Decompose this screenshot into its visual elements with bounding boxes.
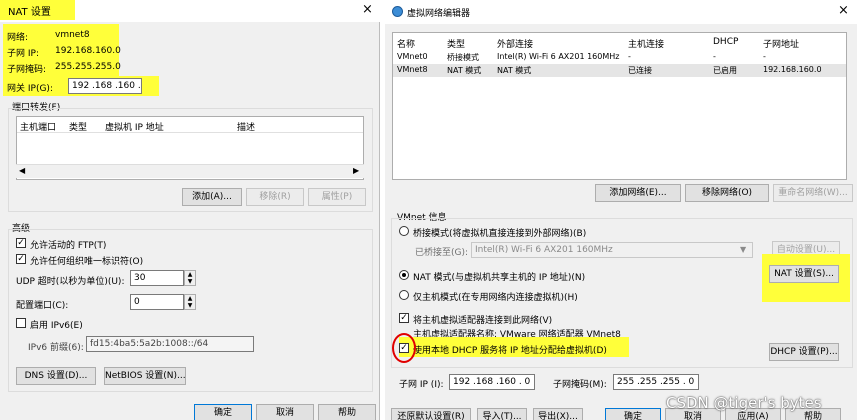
scroll-right-icon[interactable]: ▶ xyxy=(353,166,359,175)
network-label: 网络: xyxy=(7,33,29,43)
bridged-to-select[interactable]: Intel(R) Wi-Fi 6 AX201 160MHz ▼ xyxy=(471,242,753,258)
connect-adapter-label: 将主机虚拟适配器连接到此网络(V) xyxy=(413,316,553,326)
table-row[interactable]: VMnet0 桥接模式 Intel(R) Wi-Fi 6 AX201 160MH… xyxy=(393,51,846,63)
row-type: 桥接模式 xyxy=(447,53,479,62)
nat-help-button[interactable]: 帮助 xyxy=(318,404,376,420)
nat-ok-button[interactable]: 确定 xyxy=(194,404,252,420)
row-host: - xyxy=(628,52,631,61)
dhcp-label: 使用本地 DHCP 服务将 IP 地址分配给虚拟机(D) xyxy=(413,346,607,356)
vmware-network-icon xyxy=(392,6,403,17)
nat-cancel-button[interactable]: 取消 xyxy=(256,404,314,420)
host-only-radio[interactable] xyxy=(399,290,409,300)
add-network-button[interactable]: 添加网络(E)... xyxy=(595,184,681,202)
row-name: VMnet8 xyxy=(397,65,428,74)
vne-subnet-mask-input[interactable]: 255 .255 .255 . 0 xyxy=(613,374,699,390)
udp-timeout-label: UDP 超时(以秒为单位)(U): xyxy=(16,277,125,287)
properties-button[interactable]: 属性(P) xyxy=(308,188,366,206)
allow-uid-checkbox[interactable]: ✓ xyxy=(16,254,26,264)
subnet-mask-value: 255.255.255.0 xyxy=(55,62,121,72)
pf-header-divider xyxy=(17,132,363,133)
import-button[interactable]: 导入(T)... xyxy=(477,408,527,420)
config-port-input[interactable]: 0 xyxy=(130,294,184,310)
close-icon[interactable]: × xyxy=(362,2,373,17)
vne-title-bar: 虚拟网络编辑器 × xyxy=(385,0,857,24)
udp-timeout-spinner[interactable]: ▲ ▼ xyxy=(184,270,196,286)
row-name: VMnet0 xyxy=(397,52,428,61)
row-dhcp: - xyxy=(713,52,716,61)
row-external: Intel(R) Wi-Fi 6 AX201 160MHz xyxy=(497,52,620,61)
network-list-table[interactable]: 名称 类型 外部连接 主机连接 DHCP 子网地址 VMnet0 桥接模式 In… xyxy=(392,32,847,180)
config-port-spinner[interactable]: ▲ ▼ xyxy=(184,294,196,310)
row-subnet: - xyxy=(763,52,766,61)
nat-settings-button[interactable]: NAT 设置(S)... xyxy=(769,265,839,283)
dns-settings-button[interactable]: DNS 设置(D)... xyxy=(16,367,96,385)
row-host: 已连接 xyxy=(628,66,652,75)
bridged-radio[interactable] xyxy=(399,226,409,236)
dhcp-settings-button[interactable]: DHCP 设置(P)... xyxy=(769,343,839,361)
ipv6-prefix-label: IPv6 前缀(6): xyxy=(28,343,84,353)
vne-subnet-ip-input[interactable]: 192 .168 .160 . 0 xyxy=(449,374,535,390)
vne-ok-button[interactable]: 确定 xyxy=(605,408,661,420)
col-type[interactable]: 类型 xyxy=(447,37,465,50)
add-button[interactable]: 添加(A)... xyxy=(182,188,242,206)
vne-subnet-mask-label: 子网掩码(M): xyxy=(553,380,607,390)
network-value: vmnet8 xyxy=(55,30,90,40)
gateway-ip-input[interactable]: 192 .168 .160 . 2 xyxy=(68,78,142,94)
bridged-to-value: Intel(R) Wi-Fi 6 AX201 160MHz xyxy=(475,245,613,255)
connect-adapter-checkbox[interactable]: ✓ xyxy=(399,313,409,323)
csdn-watermark: CSDN @tiger's bytes xyxy=(666,394,822,412)
enable-ipv6-label: 启用 IPv6(E) xyxy=(30,321,83,331)
vne-window-title: 虚拟网络编辑器 xyxy=(407,9,471,19)
nat-window-title: NAT 设置 xyxy=(0,0,75,20)
col-dhcp[interactable]: DHCP xyxy=(713,37,738,47)
bridged-to-label: 已桥接至(G): xyxy=(415,248,469,258)
host-only-radio-label: 仅主机模式(在专用网络内连接虚拟机)(H) xyxy=(413,293,578,303)
allow-ftp-label: 允许活动的 FTP(T) xyxy=(30,241,107,251)
col-subnet[interactable]: 子网地址 xyxy=(763,37,799,50)
row-external: NAT 模式 xyxy=(497,66,532,75)
allow-uid-label: 允许任何组织唯一标识符(O) xyxy=(30,257,144,267)
col-host[interactable]: 主机连接 xyxy=(628,37,664,50)
row-subnet: 192.168.160.0 xyxy=(763,65,822,74)
remove-network-button[interactable]: 移除网络(O) xyxy=(685,184,769,202)
nat-radio[interactable] xyxy=(399,270,409,280)
nat-radio-label: NAT 模式(与虚拟机共享主机的 IP 地址)(N) xyxy=(413,273,586,283)
ipv6-prefix-input[interactable]: fd15:4ba5:5a2b:1008::/64 xyxy=(86,336,254,352)
subnet-ip-label: 子网 IP: xyxy=(7,49,39,59)
table-row[interactable]: VMnet8 NAT 模式 NAT 模式 已连接 已启用 192.168.160… xyxy=(393,64,846,77)
row-type: NAT 模式 xyxy=(447,66,482,75)
netbios-settings-button[interactable]: NetBIOS 设置(N)... xyxy=(104,367,186,385)
nat-title-bar: NAT 设置 × xyxy=(0,0,380,22)
col-external[interactable]: 外部连接 xyxy=(497,37,533,50)
rename-network-button[interactable]: 重命名网络(W)... xyxy=(773,184,853,202)
row-dhcp: 已启用 xyxy=(713,66,737,75)
allow-ftp-checkbox[interactable]: ✓ xyxy=(16,238,26,248)
enable-ipv6-checkbox[interactable] xyxy=(16,318,26,328)
restore-defaults-button[interactable]: 还原默认设置(R) xyxy=(391,408,471,420)
nat-settings-dialog: NAT 设置 × 网络: vmnet8 子网 IP: 192.168.160.0… xyxy=(0,0,380,420)
pf-hscroll[interactable]: ◀ ▶ xyxy=(16,164,364,178)
chevron-down-icon: ▼ xyxy=(740,245,747,254)
remove-button[interactable]: 移除(R) xyxy=(246,188,304,206)
subnet-mask-label: 子网掩码: xyxy=(7,65,47,75)
red-circle-annotation xyxy=(392,333,416,363)
subnet-ip-value: 192.168.160.0 xyxy=(55,46,121,56)
bridged-radio-label: 桥接模式(将虚拟机直接连接到外部网络)(B) xyxy=(413,229,587,239)
export-button[interactable]: 导出(X)... xyxy=(533,408,583,420)
scroll-left-icon[interactable]: ◀ xyxy=(19,166,25,175)
vne-subnet-ip-label: 子网 IP (I): xyxy=(399,380,444,390)
col-name[interactable]: 名称 xyxy=(397,37,415,50)
gateway-label: 网关 IP(G): xyxy=(7,84,53,94)
udp-timeout-input[interactable]: 30 xyxy=(130,270,184,286)
vne-close-icon[interactable]: × xyxy=(838,3,849,18)
virtual-network-editor: 虚拟网络编辑器 × 名称 类型 外部连接 主机连接 DHCP 子网地址 VMne… xyxy=(385,0,857,420)
config-port-label: 配置端口(C): xyxy=(16,301,69,311)
